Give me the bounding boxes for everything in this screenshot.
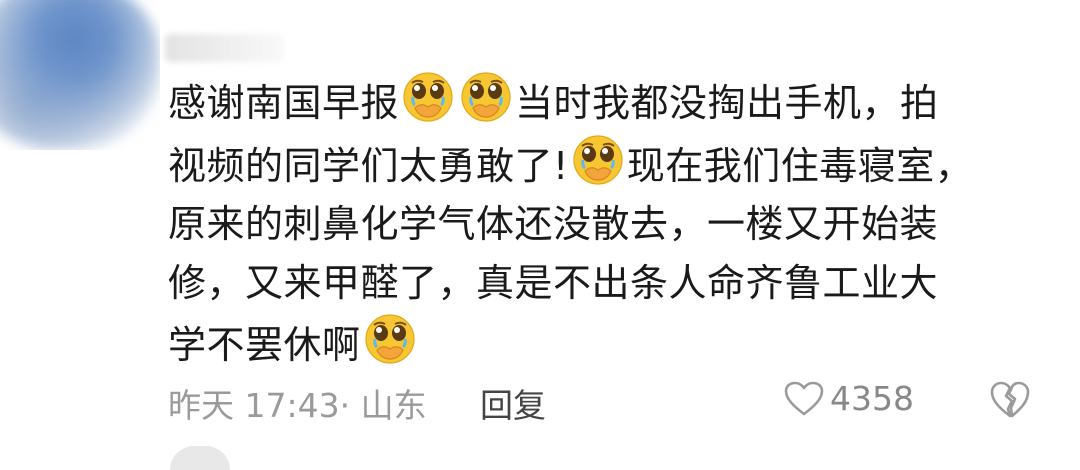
comment-timestamp-location: 昨天 17:43· 山东 [168,386,427,425]
comment-text: 感谢南国早报 当时我都没掏出手机，拍 视频的同学们太勇敢了! 现在我们住毒寝室，原… [168,70,1048,375]
comment-text-segment: 当时我都没掏出手机，拍 [515,81,939,125]
comment-line: 视频的同学们太勇敢了! 现在我们住毒寝室， [168,133,1048,196]
comment-text-segment: 修，又来甲醛了，真是不出条人命齐鲁工业大 [168,260,939,305]
comment-text-segment: 原来的刺鼻化学气体还没散去，一楼又开始装 [168,202,939,246]
pleading-face-emoji [363,312,417,366]
next-comment-avatar [170,446,230,470]
dislike-button[interactable] [990,381,1030,427]
reply-button[interactable]: 回复 [480,379,546,427]
pleading-face-emoji [571,133,625,187]
comment-text-segment: 视频的同学们太勇敢了! [168,143,569,188]
comment-text-segment: 感谢南国早报 [168,81,400,125]
comment-line: 修，又来甲醛了，真是不出条人命齐鲁工业大 [168,254,1048,313]
comment-meta-row: 昨天 17:43· 山东 回复 4358 [168,375,1048,425]
like-button[interactable]: 4358 [784,379,914,418]
commenter-username-blurred[interactable] [165,34,285,62]
avatar-image-blurred [0,0,160,150]
commenter-avatar[interactable] [0,0,160,150]
pleading-face-emoji [401,70,455,124]
comment-line: 学不罢休啊 [168,312,1048,375]
comment-text-segment: 现在我们住毒寝室， [626,143,974,188]
comment-text-segment: 学不罢休啊 [168,323,361,367]
pleading-face-emoji [459,70,513,124]
comment-line: 原来的刺鼻化学气体还没散去，一楼又开始装 [168,195,1048,254]
broken-heart-icon [990,381,1030,418]
heart-icon [784,381,824,415]
comment-line: 感谢南国早报 当时我都没掏出手机，拍 [168,70,1048,133]
like-count: 4358 [830,379,914,418]
